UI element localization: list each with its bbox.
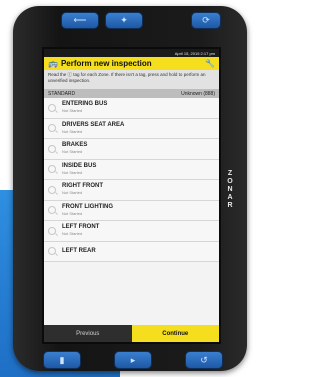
brand-letter: O bbox=[227, 178, 233, 185]
item-status: Not Started bbox=[62, 210, 83, 216]
item-status: Not Started bbox=[62, 108, 83, 114]
section-status: Unknown (888) bbox=[181, 90, 215, 97]
item-title: BRAKES bbox=[62, 142, 88, 149]
brand-letter: R bbox=[227, 202, 233, 209]
search-icon bbox=[48, 124, 56, 133]
device-top-left-button[interactable]: ⟵ bbox=[61, 12, 99, 29]
item-status: Not Started bbox=[62, 190, 83, 196]
list-item[interactable]: DRIVERS SEAT AREA Not Started bbox=[44, 119, 219, 139]
item-title: INSIDE BUS bbox=[62, 162, 97, 169]
section-name: STANDARD bbox=[48, 90, 76, 97]
device-top-mid-button[interactable]: ✦ bbox=[105, 12, 143, 29]
instruction-text: Read the ⓘ tag for each Zone. If there i… bbox=[44, 70, 219, 89]
device-bottom-left-button[interactable]: ▮ bbox=[43, 351, 81, 369]
status-time: April 15, 2015 2:17 pm bbox=[174, 50, 215, 56]
item-title: FRONT LIGHTING bbox=[62, 203, 113, 210]
brand-letter: Z bbox=[227, 170, 233, 177]
page-title: Perform new inspection bbox=[60, 59, 152, 68]
brand-logo: Z O N A R bbox=[223, 170, 237, 210]
brand-letter: A bbox=[227, 194, 233, 201]
item-title: ENTERING BUS bbox=[62, 101, 108, 108]
previous-button[interactable]: Previous bbox=[44, 325, 132, 342]
item-title: RIGHT FRONT bbox=[62, 183, 103, 190]
section-header: STANDARD Unknown (888) bbox=[44, 89, 219, 98]
device-screen: April 15, 2015 2:17 pm 🚌 Perform new ins… bbox=[42, 47, 221, 344]
item-status: Not Started bbox=[62, 149, 83, 155]
item-title: DRIVERS SEAT AREA bbox=[62, 121, 125, 128]
item-title: LEFT REAR bbox=[62, 247, 96, 254]
inspection-list: ENTERING BUS Not Started DRIVERS SEAT AR… bbox=[44, 98, 219, 262]
list-item[interactable]: INSIDE BUS Not Started bbox=[44, 160, 219, 180]
list-item[interactable]: LEFT FRONT Not Started bbox=[44, 221, 219, 242]
bus-icon: 🚌 bbox=[48, 59, 58, 68]
search-icon bbox=[48, 144, 56, 153]
title-bar: 🚌 Perform new inspection 🔧 bbox=[44, 57, 219, 70]
search-icon bbox=[48, 226, 56, 235]
list-item[interactable]: ENTERING BUS Not Started bbox=[44, 98, 219, 119]
search-icon bbox=[48, 206, 56, 215]
item-status: Not Started bbox=[62, 128, 83, 134]
item-status: Not Started bbox=[62, 169, 83, 175]
continue-button[interactable]: Continue bbox=[131, 325, 219, 342]
wrench-icon[interactable]: 🔧 bbox=[205, 59, 215, 68]
device-bottom-mid-button[interactable]: ▸ bbox=[114, 351, 152, 369]
search-icon bbox=[48, 165, 56, 174]
item-title: LEFT FRONT bbox=[62, 224, 100, 231]
device-top-right-button[interactable]: ⟳ bbox=[191, 12, 221, 29]
brand-letter: N bbox=[227, 186, 233, 193]
item-status: Not Started bbox=[62, 231, 83, 237]
list-item[interactable]: FRONT LIGHTING Not Started bbox=[44, 201, 219, 221]
list-item[interactable]: BRAKES Not Started bbox=[44, 139, 219, 160]
list-item[interactable]: RIGHT FRONT Not Started bbox=[44, 180, 219, 201]
list-item[interactable]: LEFT REAR bbox=[44, 242, 219, 262]
footer-bar: Previous Continue bbox=[44, 325, 219, 342]
search-icon bbox=[48, 247, 56, 256]
search-icon bbox=[48, 103, 56, 112]
search-icon bbox=[48, 185, 56, 194]
status-bar: April 15, 2015 2:17 pm bbox=[44, 49, 219, 57]
device-bottom-right-button[interactable]: ↺ bbox=[185, 351, 223, 369]
